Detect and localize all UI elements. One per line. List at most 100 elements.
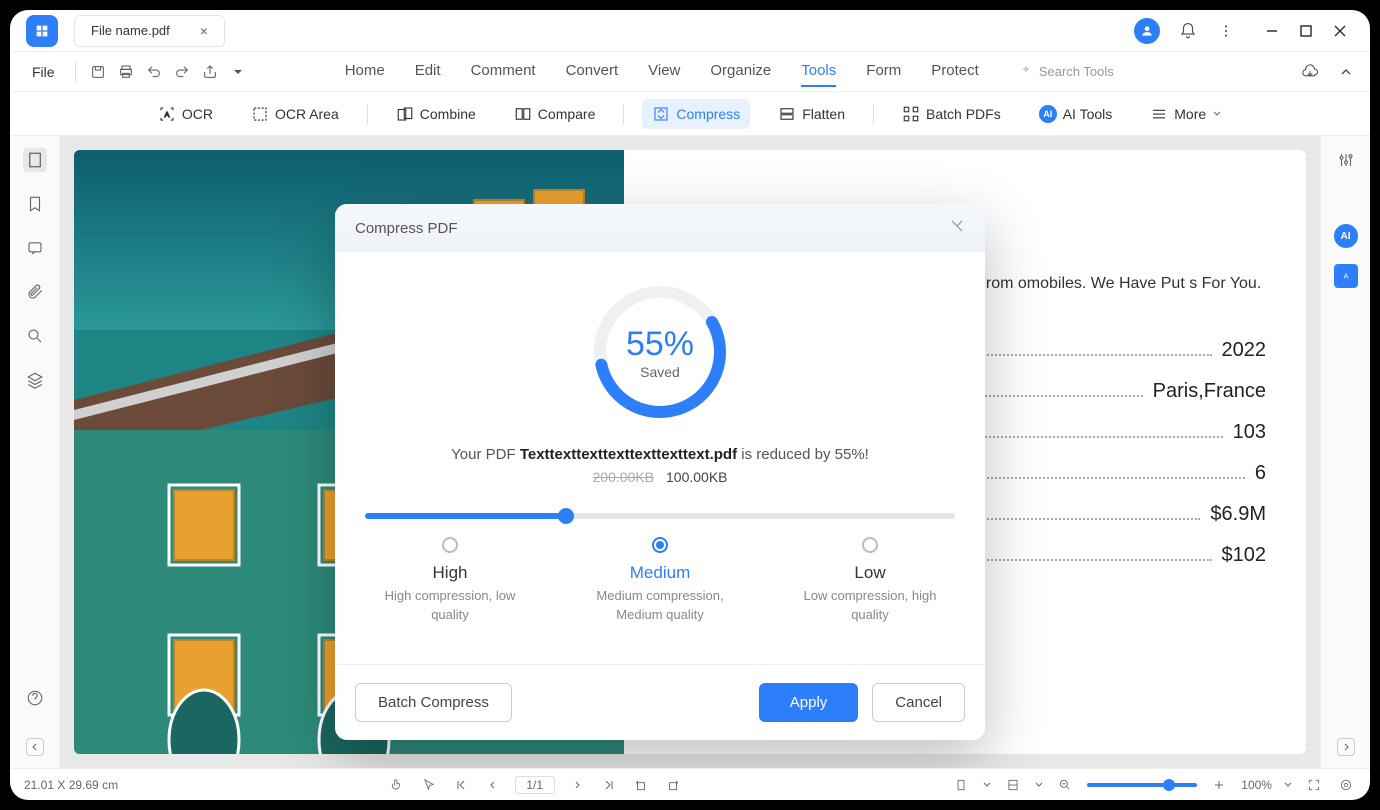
- window-maximize[interactable]: [1298, 23, 1314, 39]
- file-menu[interactable]: File: [24, 60, 63, 84]
- first-page-icon[interactable]: [451, 775, 471, 795]
- cloud-icon[interactable]: [1300, 62, 1320, 82]
- user-avatar[interactable]: [1134, 18, 1160, 44]
- chevron-down-icon: [1212, 109, 1222, 119]
- last-page-icon[interactable]: [599, 775, 619, 795]
- old-size: 200.00KB: [593, 469, 655, 485]
- batch-button[interactable]: Batch PDFs: [892, 99, 1011, 129]
- titlebar: File name.pdf ×: [10, 10, 1370, 52]
- combine-button[interactable]: Combine: [386, 99, 486, 129]
- window-minimize[interactable]: [1264, 23, 1280, 39]
- ai-tools-button[interactable]: AIAI Tools: [1029, 99, 1123, 129]
- modal-body: 55% Saved Your PDF Texttexttexttexttextt…: [335, 252, 985, 663]
- modal-footer: Batch Compress Apply Cancel: [335, 664, 985, 740]
- status-bar: 21.01 X 29.69 cm 1/1 100%: [10, 768, 1370, 800]
- ai-icon: AI: [1039, 105, 1057, 123]
- redo-icon[interactable]: [172, 62, 192, 82]
- search-placeholder: Search Tools: [1039, 64, 1114, 79]
- print-icon[interactable]: [116, 62, 136, 82]
- save-icon[interactable]: [88, 62, 108, 82]
- flatten-button[interactable]: Flatten: [768, 99, 855, 129]
- tab-home[interactable]: Home: [345, 56, 385, 87]
- modal-header: Compress PDF: [335, 204, 985, 252]
- tab-edit[interactable]: Edit: [415, 56, 441, 87]
- hand-tool-icon[interactable]: [387, 775, 407, 795]
- reading-mode-icon[interactable]: [1336, 775, 1356, 795]
- new-size: 100.00KB: [666, 469, 728, 485]
- chevron-down-icon[interactable]: [983, 781, 991, 789]
- more-menu-icon[interactable]: [1216, 21, 1236, 41]
- zoom-thumb[interactable]: [1163, 779, 1175, 791]
- modal-title: Compress PDF: [355, 220, 458, 237]
- svg-text:A: A: [164, 110, 169, 119]
- tab-tools[interactable]: Tools: [801, 56, 836, 87]
- batch-compress-button[interactable]: Batch Compress: [355, 683, 512, 722]
- zoom-out-icon[interactable]: [1055, 775, 1075, 795]
- chevron-up-icon[interactable]: [1336, 62, 1356, 82]
- fit-page-icon[interactable]: [1003, 775, 1023, 795]
- prev-page-icon[interactable]: [483, 775, 503, 795]
- tab-view[interactable]: View: [648, 56, 680, 87]
- compress-button[interactable]: Compress: [642, 99, 750, 129]
- modal-close-icon[interactable]: [949, 218, 965, 238]
- sparkle-icon: [1019, 65, 1033, 79]
- dropdown-icon[interactable]: [228, 62, 248, 82]
- quality-slider[interactable]: [365, 513, 955, 519]
- person-icon: [1140, 24, 1154, 38]
- flatten-icon: [778, 105, 796, 123]
- radio-high[interactable]: [442, 537, 458, 553]
- tab-close-icon[interactable]: ×: [200, 23, 208, 39]
- tab-filename: File name.pdf: [91, 23, 170, 38]
- rotate-left-icon[interactable]: [631, 775, 651, 795]
- content-area: ian Holiday With Historical ralian Museu…: [10, 136, 1370, 768]
- batch-icon: [902, 105, 920, 123]
- fullscreen-icon[interactable]: [1304, 775, 1324, 795]
- apply-button[interactable]: Apply: [759, 683, 859, 722]
- document-tab[interactable]: File name.pdf ×: [74, 15, 225, 47]
- page-input[interactable]: 1/1: [515, 776, 555, 794]
- progress-percent: 55%: [626, 325, 694, 364]
- menubar: File Home Edit Comment Convert View Orga…: [10, 52, 1370, 92]
- window-close[interactable]: [1332, 23, 1348, 39]
- tab-convert[interactable]: Convert: [566, 56, 619, 87]
- compress-icon: [652, 105, 670, 123]
- share-icon[interactable]: [200, 62, 220, 82]
- rotate-right-icon[interactable]: [663, 775, 683, 795]
- notification-bell-icon[interactable]: [1178, 21, 1198, 41]
- radio-low[interactable]: [862, 537, 878, 553]
- quality-low[interactable]: Low Low compression, high quality: [785, 537, 955, 623]
- modal-overlay: Compress PDF 55% Saved: [10, 136, 1370, 768]
- tools-toolbar: AOCR OCR Area Combine Compare Compress F…: [10, 92, 1370, 136]
- cancel-button[interactable]: Cancel: [872, 683, 965, 722]
- quality-options: High High compression, low quality Mediu…: [365, 537, 955, 623]
- ocr-area-button[interactable]: OCR Area: [241, 99, 349, 129]
- ocr-button[interactable]: AOCR: [148, 99, 223, 129]
- more-button[interactable]: More: [1140, 99, 1232, 129]
- select-tool-icon[interactable]: [419, 775, 439, 795]
- zoom-in-icon[interactable]: [1209, 775, 1229, 795]
- compare-icon: [514, 105, 532, 123]
- progress-ring: 55% Saved: [590, 282, 730, 422]
- logo-icon: [34, 23, 50, 39]
- slider-handle[interactable]: [558, 508, 574, 524]
- undo-icon[interactable]: [144, 62, 164, 82]
- app-logo[interactable]: [26, 15, 58, 47]
- size-comparison: 200.00KB 100.00KB: [593, 469, 728, 485]
- quality-medium[interactable]: Medium Medium compression, Medium qualit…: [575, 537, 745, 623]
- radio-medium[interactable]: [652, 537, 668, 553]
- next-page-icon[interactable]: [567, 775, 587, 795]
- tab-form[interactable]: Form: [866, 56, 901, 87]
- tab-protect[interactable]: Protect: [931, 56, 979, 87]
- fit-width-icon[interactable]: [951, 775, 971, 795]
- compare-button[interactable]: Compare: [504, 99, 606, 129]
- page-dimensions: 21.01 X 29.69 cm: [24, 778, 118, 792]
- tab-comment[interactable]: Comment: [471, 56, 536, 87]
- chevron-down-icon[interactable]: [1284, 781, 1292, 789]
- zoom-slider[interactable]: [1087, 783, 1197, 787]
- tab-organize[interactable]: Organize: [710, 56, 771, 87]
- search-tools[interactable]: Search Tools: [1019, 56, 1114, 87]
- quality-high[interactable]: High High compression, low quality: [365, 537, 535, 623]
- more-icon: [1150, 105, 1168, 123]
- chevron-down-icon[interactable]: [1035, 781, 1043, 789]
- zoom-level: 100%: [1241, 778, 1272, 792]
